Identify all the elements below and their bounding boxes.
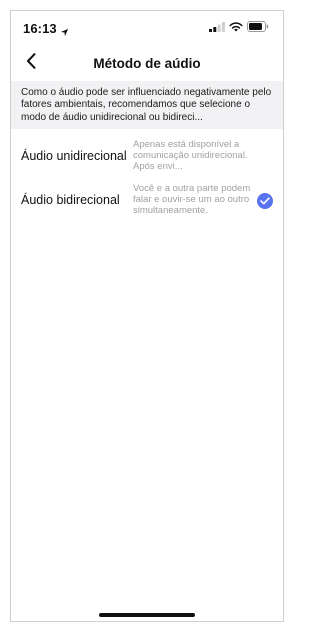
option-label: Áudio unidirecional [21,149,127,163]
navigation-bar: Método de aúdio [11,45,283,81]
chevron-left-icon [26,52,36,74]
location-arrow-icon [60,24,69,36]
option-description: Apenas está disponível a comunicação uni… [133,139,248,172]
info-banner: Como o áudio pode ser influenciado negat… [11,81,283,129]
info-text: Como o áudio pode ser influenciado negat… [21,87,272,123]
battery-icon [247,19,269,37]
page-title: Método de aúdio [93,55,201,71]
option-two-way-audio[interactable]: Áudio bidirecional Você e a outra parte … [11,179,283,223]
status-bar: 16:13 [11,11,283,45]
phone-screen: 16:13 Método de aúdio Como o áudio pode … [10,10,284,622]
back-button[interactable] [19,51,43,75]
option-one-way-audio[interactable]: Áudio unidirecional Apenas está disponív… [11,135,283,179]
status-time: 16:13 [23,20,57,36]
audio-method-options: Áudio unidirecional Apenas está disponív… [11,135,283,223]
checkmark-icon [257,193,273,209]
signal-icon [209,19,225,37]
option-description: Você e a outra parte podem falar e ouvir… [133,183,251,216]
status-time-group: 16:13 [23,21,69,36]
option-label: Áudio bidirecional [21,193,120,207]
home-indicator[interactable] [99,613,195,617]
check-slot [255,183,275,209]
status-system-icons [209,19,269,37]
check-slot-empty [255,139,275,149]
wifi-icon [229,19,243,37]
